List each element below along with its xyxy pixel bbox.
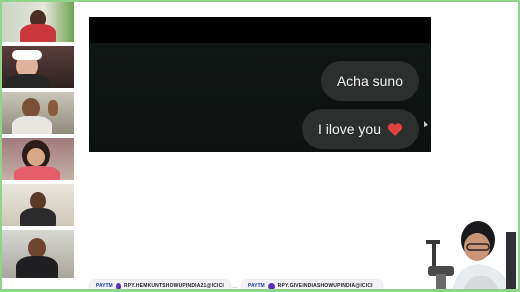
participant-tile-3[interactable] — [0, 92, 74, 136]
cursor-icon — [424, 121, 428, 127]
upi-icon — [267, 282, 275, 290]
paytm-logo: PAYTM — [96, 283, 113, 289]
chat-header-bar — [89, 17, 431, 43]
participant-tile-5[interactable] — [0, 184, 74, 228]
upi-id-text: RPY.HEMKUNTSHOWUPINDIA21@ICICI — [123, 283, 224, 289]
shared-chat-screen: Acha suno I ilove you — [89, 17, 431, 152]
red-heart-icon — [387, 122, 403, 136]
message-bubble: I ilove you — [301, 109, 419, 149]
paytm-logo: PAYTM — [248, 283, 265, 289]
participant-tile-6[interactable] — [0, 230, 74, 280]
participant-strip — [0, 0, 74, 292]
participant-tile-1[interactable] — [0, 0, 74, 44]
message-text: I ilove you — [317, 121, 381, 137]
participant-tile-2[interactable] — [0, 46, 74, 90]
message-text: Acha suno — [336, 73, 403, 89]
upi-icon — [115, 282, 121, 290]
upi-id-text: RPY.GIVEINDIASHOWUPINDIA@ICICI — [277, 283, 373, 289]
separator-dots: … — [232, 284, 238, 290]
streamer-webcam — [422, 210, 520, 292]
donation-ticker: PAYTM RPY.HEMKUNTSHOWUPINDIA21@ICICI — [90, 280, 230, 292]
donation-ticker: PAYTM RPY.GIVEINDIASHOWUPINDIA@ICICI — [242, 280, 382, 292]
participant-tile-4[interactable] — [0, 138, 74, 182]
message-bubble: Acha suno — [320, 61, 419, 101]
